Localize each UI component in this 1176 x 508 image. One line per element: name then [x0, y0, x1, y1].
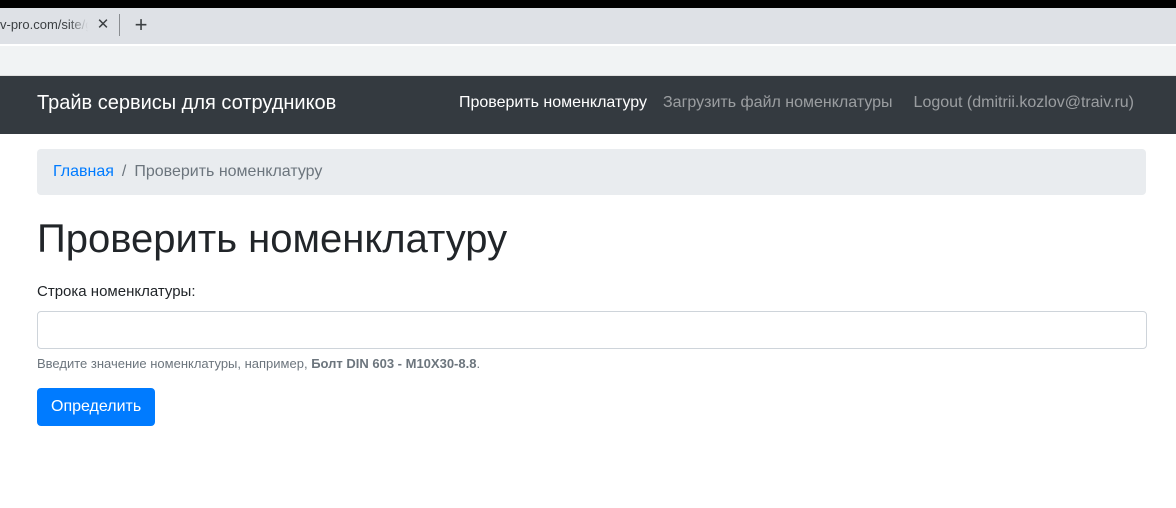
nav-link-check-nomenclature[interactable]: Проверить номенклатуру: [459, 94, 647, 112]
close-icon[interactable]: ✕: [95, 16, 111, 34]
main-content: Главная / Проверить номенклатуру Провери…: [0, 149, 1176, 426]
plus-icon[interactable]: +: [131, 14, 151, 36]
navbar-brand[interactable]: Трайв сервисы для сотрудников: [37, 92, 336, 115]
tab-separator: [119, 14, 120, 36]
breadcrumb-current: Проверить номенклатуру: [134, 163, 323, 180]
determine-button[interactable]: Определить: [37, 388, 156, 426]
help-text-example: Болт DIN 603 - M10X30-8.8: [311, 356, 477, 371]
nomenclature-label: Строка номенклатуры:: [37, 283, 196, 300]
browser-toolbar: [0, 46, 1176, 76]
browser-tab-title[interactable]: v-pro.com/site/ge: [0, 17, 88, 32]
breadcrumb-home-link[interactable]: Главная: [53, 163, 114, 181]
page-title: Проверить номенклатуру: [37, 217, 508, 261]
help-text: Введите значение номенклатуры, например,…: [37, 356, 1146, 371]
window-top-bar: [0, 0, 1176, 8]
breadcrumb: Главная / Проверить номенклатуру: [37, 149, 1146, 195]
nav-link-logout[interactable]: Logout (dmitrii.kozlov@traiv.ru): [914, 94, 1134, 112]
help-text-prefix: Введите значение номенклатуры, например,: [37, 356, 312, 371]
breadcrumb-separator: /: [121, 163, 127, 180]
help-text-suffix: .: [476, 356, 481, 371]
navbar: Трайв сервисы для сотрудников Проверить …: [0, 76, 1176, 134]
navbar-links: Проверить номенклатуру Загрузить файл но…: [459, 94, 1134, 112]
browser-tab-strip: v-pro.com/site/ge ✕ +: [0, 8, 1176, 44]
nomenclature-input[interactable]: [37, 311, 1147, 349]
nav-link-upload-file[interactable]: Загрузить файл номенклатуры: [663, 94, 893, 112]
